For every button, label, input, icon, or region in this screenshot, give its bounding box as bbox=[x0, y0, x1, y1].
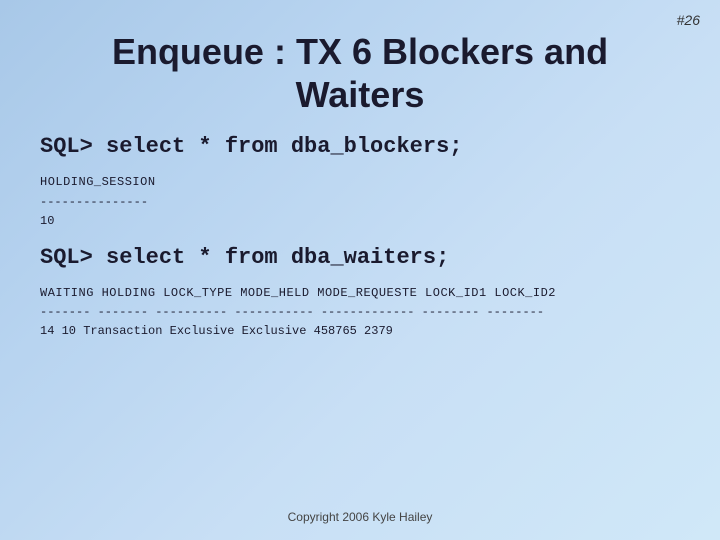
second-sql-section: SQL> select * from dba_waiters; WAITING … bbox=[40, 245, 680, 342]
col2-divider: ------- ------- ---------- ----------- -… bbox=[40, 303, 680, 322]
col1-value: 10 bbox=[40, 212, 680, 231]
query-2-results: WAITING HOLDING LOCK_TYPE MODE_HELD MODE… bbox=[40, 284, 680, 342]
sql-query-1: SQL> select * from dba_blockers; bbox=[40, 134, 680, 159]
col1-divider: --------------- bbox=[40, 193, 680, 212]
slide-container: #26 Enqueue : TX 6 Blockers and Waiters … bbox=[0, 0, 720, 540]
query-1-results: HOLDING_SESSION --------------- 10 bbox=[40, 173, 680, 231]
slide-title: Enqueue : TX 6 Blockers and Waiters bbox=[40, 30, 680, 116]
col1-header: HOLDING_SESSION bbox=[40, 173, 680, 192]
copyright: Copyright 2006 Kyle Hailey bbox=[0, 510, 720, 524]
col2-row: 14 10 Transaction Exclusive Exclusive 45… bbox=[40, 322, 680, 341]
first-sql-section: SQL> select * from dba_blockers; HOLDING… bbox=[40, 134, 680, 231]
slide-number: #26 bbox=[677, 12, 700, 28]
sql-query-2: SQL> select * from dba_waiters; bbox=[40, 245, 680, 270]
col2-header: WAITING HOLDING LOCK_TYPE MODE_HELD MODE… bbox=[40, 284, 680, 303]
